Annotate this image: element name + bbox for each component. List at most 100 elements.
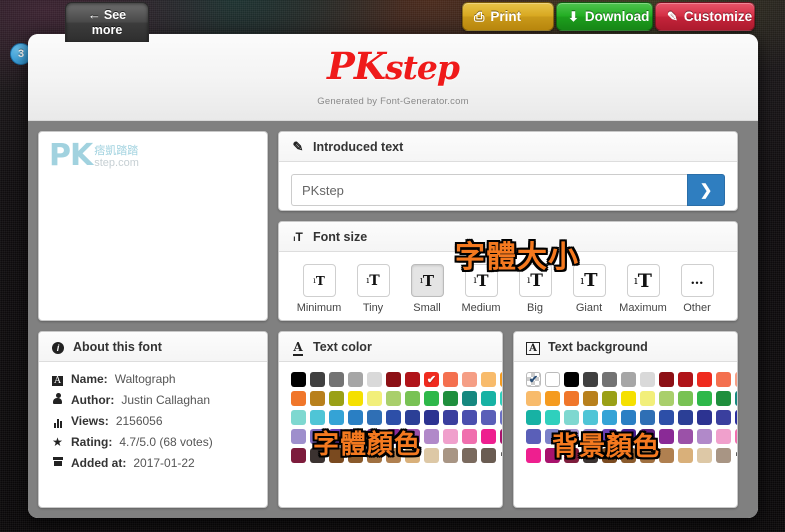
text-background-swatch[interactable] (526, 448, 541, 463)
text-color-swatch[interactable] (348, 448, 363, 463)
text-color-swatch[interactable] (291, 372, 306, 387)
text-color-swatch[interactable] (443, 410, 458, 425)
text-background-swatch[interactable] (716, 391, 731, 406)
text-color-swatch[interactable] (500, 391, 502, 406)
text-background-swatch[interactable] (621, 372, 636, 387)
text-background-swatch[interactable] (583, 429, 598, 444)
text-color-swatch[interactable] (443, 448, 458, 463)
text-color-swatch[interactable] (329, 448, 344, 463)
text-color-swatch[interactable] (367, 448, 382, 463)
text-color-swatch[interactable] (291, 448, 306, 463)
text-color-swatch[interactable] (310, 410, 325, 425)
text-color-swatch[interactable] (462, 448, 477, 463)
font-size-option-small[interactable]: ı T Small (401, 264, 453, 314)
text-background-swatch[interactable] (678, 372, 693, 387)
text-background-swatch[interactable] (564, 429, 579, 444)
text-background-swatch[interactable] (735, 391, 737, 406)
text-color-swatch[interactable] (386, 410, 401, 425)
text-color-swatch[interactable] (386, 391, 401, 406)
text-color-swatch[interactable] (386, 448, 401, 463)
text-background-swatch[interactable] (640, 429, 655, 444)
text-color-swatch[interactable] (348, 391, 363, 406)
text-color-swatch[interactable] (443, 429, 458, 444)
text-color-swatch[interactable] (481, 372, 496, 387)
text-color-swatch[interactable] (405, 372, 420, 387)
text-color-swatch[interactable] (367, 410, 382, 425)
font-size-option-maximum[interactable]: ı T Maximum (617, 264, 669, 314)
text-color-swatch[interactable] (367, 372, 382, 387)
text-background-swatch[interactable] (564, 372, 579, 387)
text-background-swatch[interactable] (640, 372, 655, 387)
text-background-swatch[interactable] (716, 448, 731, 463)
text-background-swatch[interactable] (697, 448, 712, 463)
font-size-option-other[interactable]: … Other (671, 264, 723, 314)
text-color-swatch[interactable] (424, 429, 439, 444)
text-background-swatch[interactable] (659, 410, 674, 425)
text-background-swatch[interactable] (678, 448, 693, 463)
text-color-swatch[interactable] (481, 429, 496, 444)
text-color-swatch[interactable] (367, 429, 382, 444)
text-color-swatch[interactable] (348, 372, 363, 387)
text-background-swatch[interactable] (640, 410, 655, 425)
text-color-swatch[interactable] (310, 429, 325, 444)
text-background-swatch[interactable] (545, 429, 560, 444)
text-color-swatch[interactable] (310, 372, 325, 387)
text-color-swatch[interactable] (405, 391, 420, 406)
text-background-swatch[interactable] (697, 410, 712, 425)
text-color-swatch[interactable] (424, 448, 439, 463)
text-color-swatch[interactable] (405, 429, 420, 444)
text-color-swatch[interactable] (424, 391, 439, 406)
text-color-swatch[interactable] (329, 391, 344, 406)
text-color-swatch[interactable] (462, 372, 477, 387)
text-color-swatch[interactable] (291, 429, 306, 444)
text-background-swatch[interactable] (659, 391, 674, 406)
text-color-swatch[interactable] (329, 429, 344, 444)
text-background-swatch[interactable] (545, 391, 560, 406)
text-background-swatch[interactable] (583, 410, 598, 425)
text-background-swatch[interactable] (621, 429, 636, 444)
text-background-swatch[interactable] (602, 448, 617, 463)
text-color-swatch[interactable] (500, 410, 502, 425)
text-color-swatch[interactable] (481, 410, 496, 425)
text-background-swatch[interactable] (526, 410, 541, 425)
text-color-swatch[interactable] (481, 391, 496, 406)
text-color-swatch[interactable] (329, 372, 344, 387)
add-custom-color-button[interactable]: ✚ (500, 447, 502, 463)
text-background-swatch[interactable] (640, 391, 655, 406)
text-color-swatch[interactable] (348, 429, 363, 444)
text-color-swatch[interactable] (386, 372, 401, 387)
text-background-swatch[interactable] (697, 429, 712, 444)
text-color-swatch[interactable] (500, 372, 502, 387)
text-color-swatch[interactable] (462, 429, 477, 444)
text-background-swatch[interactable] (564, 391, 579, 406)
text-color-swatch[interactable] (500, 429, 502, 444)
text-background-swatch[interactable] (621, 448, 636, 463)
submit-text-button[interactable]: ❯ (687, 174, 725, 206)
text-background-swatch[interactable] (545, 372, 560, 387)
font-size-option-minimum[interactable]: ı T Minimum (293, 264, 345, 314)
text-background-swatch[interactable] (602, 372, 617, 387)
text-background-swatch[interactable] (602, 391, 617, 406)
text-background-swatch[interactable] (564, 448, 579, 463)
text-background-swatch[interactable] (602, 429, 617, 444)
text-background-swatch[interactable] (545, 448, 560, 463)
download-button[interactable]: ⬇ Download (556, 2, 653, 31)
add-custom-color-button[interactable]: ✚ (735, 447, 737, 463)
text-background-swatch[interactable] (545, 410, 560, 425)
text-background-swatch[interactable] (640, 448, 655, 463)
text-background-swatch[interactable] (659, 372, 674, 387)
text-background-swatch[interactable] (602, 410, 617, 425)
text-background-swatch[interactable] (526, 372, 541, 387)
text-background-swatch[interactable] (659, 429, 674, 444)
text-background-swatch[interactable] (678, 410, 693, 425)
text-background-swatch[interactable] (583, 391, 598, 406)
text-color-swatch[interactable] (462, 391, 477, 406)
text-color-swatch[interactable] (291, 410, 306, 425)
text-color-swatch[interactable] (424, 372, 439, 387)
text-background-swatch[interactable] (735, 372, 737, 387)
text-background-swatch[interactable] (716, 410, 731, 425)
text-background-swatch[interactable] (564, 410, 579, 425)
text-color-swatch[interactable] (443, 391, 458, 406)
text-color-swatch[interactable] (291, 391, 306, 406)
text-color-swatch[interactable] (348, 410, 363, 425)
